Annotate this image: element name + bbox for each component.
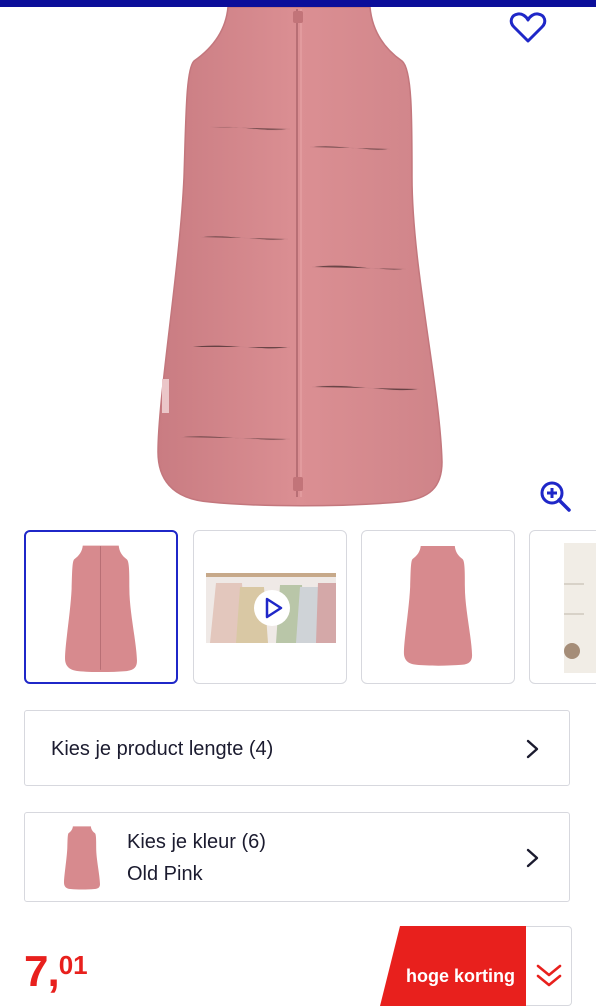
play-icon (265, 597, 283, 619)
promo-label: hoge korting (406, 966, 515, 986)
thumbnail-1[interactable] (24, 530, 178, 684)
heart-icon[interactable] (508, 11, 548, 45)
thumbnail-gallery (24, 530, 596, 686)
thumbnail-video[interactable] (193, 530, 347, 684)
promo-banner[interactable]: hoge korting (380, 926, 572, 1006)
price: 7,01 (24, 950, 88, 1000)
sleeping-bag-thumb-image (65, 545, 137, 673)
video-preview-image (206, 573, 336, 643)
promo-expand-button[interactable] (526, 926, 572, 1006)
top-brand-bar (0, 0, 596, 7)
chevron-right-icon (526, 848, 539, 868)
price-integer: 7, (24, 947, 60, 996)
color-label: Kies je kleur (6) (127, 831, 266, 853)
length-label: Kies je product lengte (4) (51, 738, 274, 760)
thumbnail-3[interactable] (361, 530, 515, 684)
color-swatch-image (64, 826, 100, 890)
zoom-in-icon[interactable] (538, 479, 572, 513)
double-chevron-down-icon (536, 964, 562, 987)
product-color-selector[interactable]: Kies je kleur (6) Old Pink (24, 812, 570, 902)
sleeping-bag-image (157, 7, 443, 507)
thumbnail-4[interactable] (529, 530, 596, 684)
room-image (564, 543, 596, 673)
color-value: Old Pink (127, 863, 203, 885)
chevron-right-icon (526, 739, 539, 759)
product-length-selector[interactable]: Kies je product lengte (4) (24, 710, 570, 786)
product-hero-image[interactable] (0, 7, 596, 522)
price-decimals: 01 (58, 950, 88, 980)
sleeping-bag-thumb-image (403, 546, 473, 666)
play-button[interactable] (254, 590, 290, 626)
